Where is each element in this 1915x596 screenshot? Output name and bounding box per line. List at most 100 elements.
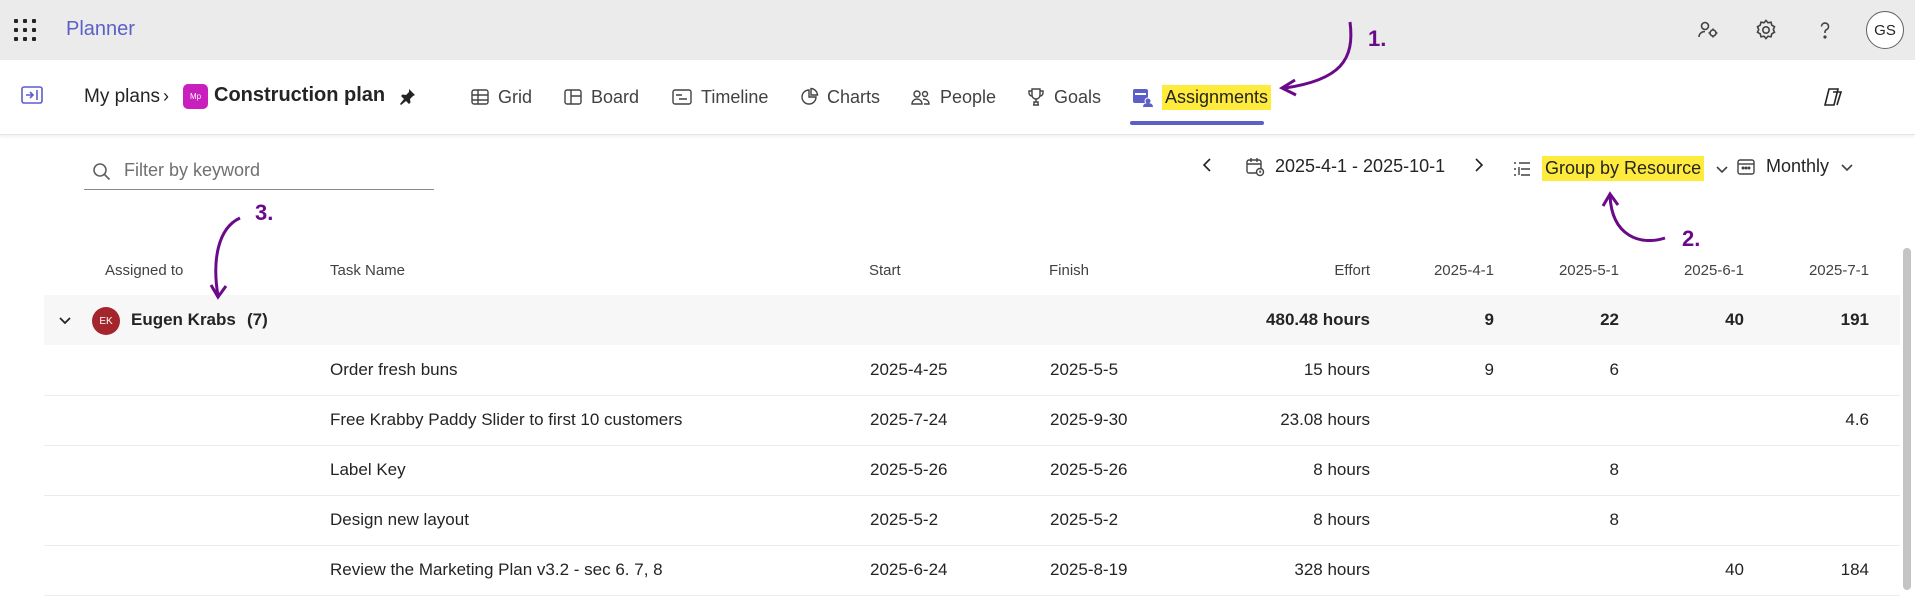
- effort-cell: 15 hours: [1303, 360, 1370, 379]
- column-header-month: 2025-7-1: [1808, 262, 1869, 279]
- chevron-down-icon: [1841, 163, 1853, 171]
- month-value: 40: [1725, 560, 1744, 579]
- month-value: 8: [1609, 510, 1619, 529]
- group-month-value: 22: [1600, 310, 1619, 329]
- chevron-down-icon[interactable]: [57, 312, 73, 328]
- group-month-value: 191: [1840, 310, 1869, 329]
- tab-label: Charts: [827, 86, 881, 107]
- help-icon[interactable]: [1811, 16, 1839, 44]
- annotation-label-1: 1.: [1368, 26, 1387, 51]
- table-row[interactable]: Label Key 2025-5-26 2025-5-26 8 hours 8: [44, 445, 1900, 496]
- grid-icon: [471, 89, 489, 105]
- tab-label: Grid: [498, 86, 533, 107]
- group-count: (7): [247, 310, 268, 329]
- tab-charts[interactable]: Charts: [799, 82, 880, 112]
- tab-label: Timeline: [701, 86, 769, 107]
- avatar: EK: [92, 307, 120, 335]
- chevron-right-icon: [1475, 158, 1484, 172]
- group-row[interactable]: EK Eugen Krabs (7) 480.48 hours 9 22 40 …: [44, 295, 1900, 345]
- month-value: 8: [1609, 460, 1619, 479]
- period-dropdown[interactable]: Monthly: [1736, 156, 1855, 177]
- column-header-month: 2025-5-1: [1558, 262, 1619, 279]
- annotation-label-2: 2.: [1682, 226, 1701, 251]
- task-cell[interactable]: Label Key: [330, 460, 406, 480]
- group-by-label: Group by Resource: [1542, 156, 1705, 181]
- search-input[interactable]: Filter by keyword: [84, 154, 434, 190]
- column-header-task-name[interactable]: Task Name: [330, 262, 405, 279]
- vertical-scrollbar[interactable]: [1903, 248, 1911, 590]
- active-tab-indicator: [1130, 121, 1264, 125]
- table-row[interactable]: Design new layout 2025-5-2 2025-5-2 8 hours…: [44, 495, 1900, 546]
- period-label: Monthly: [1766, 156, 1830, 176]
- chevron-right-icon: ›: [163, 86, 169, 106]
- task-cell[interactable]: Free Krabby Paddy Slider to first 10 cus…: [330, 410, 682, 430]
- task-cell[interactable]: Order fresh buns: [330, 360, 458, 380]
- assignments-icon: [1133, 89, 1153, 107]
- tab-timeline[interactable]: Timeline: [671, 82, 768, 112]
- tab-label: People: [940, 86, 997, 107]
- month-value: 9: [1484, 360, 1494, 379]
- breadcrumb-my-plans[interactable]: My plans: [84, 86, 160, 108]
- tab-goals[interactable]: Goals: [1026, 82, 1101, 112]
- finish-cell: 2025-9-30: [1050, 410, 1128, 429]
- group-month-value: 40: [1725, 310, 1744, 329]
- column-header-start[interactable]: Start: [869, 262, 901, 279]
- app-name[interactable]: Planner: [66, 18, 135, 41]
- app-launcher-icon[interactable]: [14, 19, 36, 41]
- column-header-month: 2025-6-1: [1683, 262, 1744, 279]
- start-cell: 2025-7-24: [870, 410, 948, 429]
- trophy-icon: [1028, 88, 1044, 106]
- copilot-icon[interactable]: [1822, 86, 1844, 113]
- gear-icon[interactable]: [1752, 16, 1780, 44]
- group-month-value: 9: [1484, 310, 1494, 329]
- date-range-picker[interactable]: 2025-4-1 - 2025-10-1: [1245, 156, 1445, 177]
- column-header-month: 2025-4-1: [1433, 262, 1494, 279]
- effort-cell: 8 hours: [1313, 460, 1370, 479]
- board-icon: [564, 89, 582, 105]
- pin-icon[interactable]: [398, 88, 416, 111]
- column-header-effort[interactable]: Effort: [1300, 262, 1370, 279]
- start-cell: 2025-5-2: [870, 510, 939, 529]
- next-period-button[interactable]: [1470, 156, 1486, 174]
- finish-cell: 2025-5-5: [1050, 360, 1119, 379]
- task-cell[interactable]: Review the Marketing Plan v3.2 - sec 6. …: [330, 560, 663, 580]
- page-title[interactable]: Construction plan: [214, 84, 385, 107]
- month-value: 6: [1609, 360, 1619, 379]
- effort-cell: 8 hours: [1313, 510, 1370, 529]
- date-range-label: 2025-4-1 - 2025-10-1: [1275, 156, 1446, 176]
- people-icon: [911, 90, 930, 105]
- charts-icon: [801, 87, 819, 105]
- calendar-clock-icon: [1246, 157, 1265, 176]
- group-name: Eugen Krabs: [131, 310, 236, 329]
- table-row[interactable]: Free Krabby Paddy Slider to first 10 cus…: [44, 395, 1900, 446]
- finish-cell: 2025-5-2: [1050, 510, 1119, 529]
- list-icon: [1514, 161, 1530, 176]
- finish-cell: 2025-8-19: [1050, 560, 1128, 579]
- search-placeholder: Filter by keyword: [124, 160, 261, 180]
- annotation-label-3: 3.: [255, 200, 274, 225]
- finish-cell: 2025-5-26: [1050, 460, 1128, 479]
- top-bar: Planner GS: [0, 0, 1915, 60]
- chevron-down-icon: [1716, 165, 1728, 173]
- group-by-dropdown[interactable]: Group by Resource: [1512, 156, 1730, 181]
- avatar[interactable]: GS: [1866, 11, 1904, 49]
- column-header-assigned-to[interactable]: Assigned to: [105, 262, 183, 279]
- effort-cell: 23.08 hours: [1280, 410, 1370, 429]
- table-row[interactable]: Review the Marketing Plan v3.2 - sec 6. …: [44, 545, 1900, 596]
- effort-cell: 328 hours: [1294, 560, 1370, 579]
- table-row[interactable]: Order fresh buns 2025-4-25 2025-5-5 15 hour…: [44, 345, 1900, 396]
- tab-people[interactable]: People: [910, 82, 996, 112]
- people-settings-icon[interactable]: [1694, 16, 1722, 44]
- plan-badge: Mp: [183, 84, 208, 109]
- month-value: 4.6: [1845, 410, 1869, 429]
- month-value: 184: [1840, 560, 1869, 579]
- task-cell[interactable]: Design new layout: [330, 510, 469, 530]
- tab-assignments[interactable]: Assignments: [1132, 82, 1272, 112]
- search-icon: [93, 163, 111, 181]
- start-cell: 2025-4-25: [870, 360, 948, 379]
- column-header-finish[interactable]: Finish: [1049, 262, 1089, 279]
- tab-board[interactable]: Board: [563, 82, 639, 112]
- sidebar-toggle-icon[interactable]: [20, 84, 44, 111]
- prev-period-button[interactable]: [1200, 156, 1216, 174]
- tab-grid[interactable]: Grid: [470, 82, 532, 112]
